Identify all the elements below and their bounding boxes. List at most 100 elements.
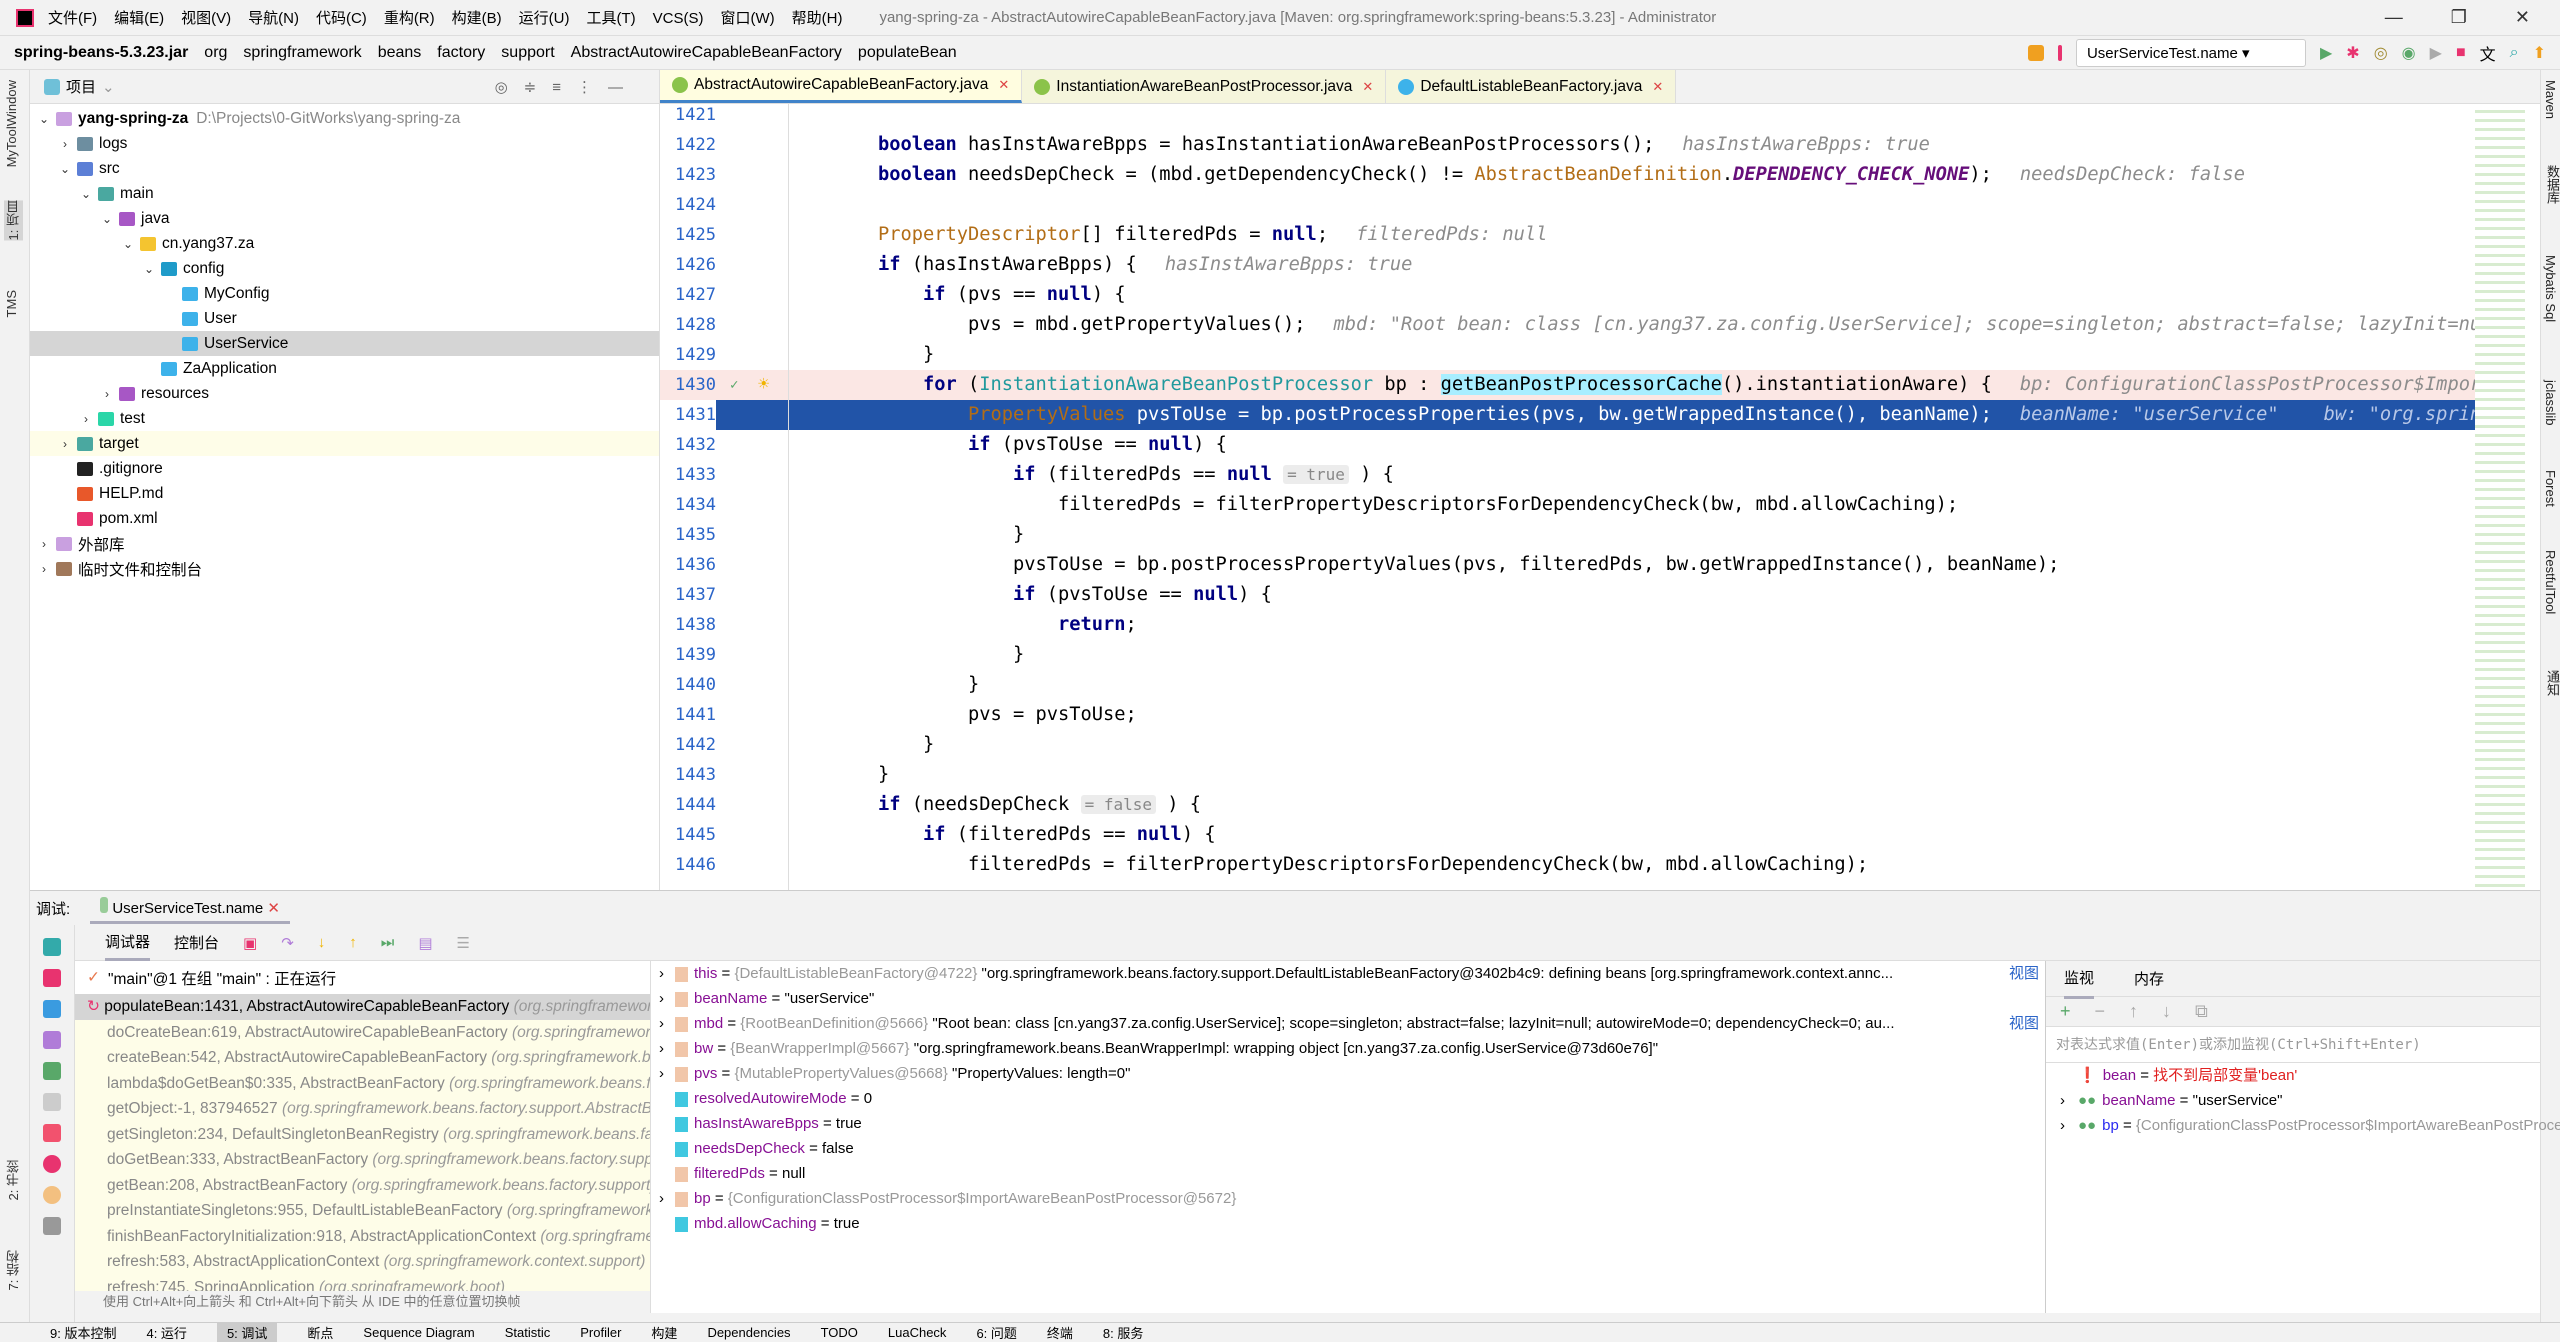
line-number[interactable]: 1437 [660, 580, 716, 610]
error-stripe[interactable] [2475, 104, 2525, 890]
menu-item[interactable]: VCS(S) [653, 10, 704, 27]
editor-tab[interactable]: DefaultListableBeanFactory.java ✕ [1386, 70, 1677, 103]
code-line[interactable]: 1446 filteredPds = filterPropertyDescrip… [660, 850, 2480, 880]
trace-icon[interactable]: ☰ [457, 934, 470, 952]
code-line[interactable]: 1433 if (filteredPds == null = true ) { [660, 460, 2480, 490]
code-line[interactable]: 1422 boolean hasInstAwareBpps = hasInsta… [660, 130, 2480, 160]
code-line[interactable]: 1428 pvs = mbd.getPropertyValues(); mbd: … [660, 310, 2480, 340]
variable-row[interactable]: › beanName = "userService" [651, 986, 2045, 1011]
watch-item[interactable]: › ●● bp = {ConfigurationClassPostProcesso… [2046, 1113, 2560, 1138]
minimize-button[interactable]: — [2385, 7, 2403, 28]
code-line[interactable]: 1440 } [660, 670, 2480, 700]
expand-arrow-icon[interactable]: › [2060, 1113, 2078, 1138]
options-icon[interactable]: ⋮ [577, 79, 608, 96]
line-number[interactable]: 1427 [660, 280, 716, 310]
menu-item[interactable]: 视图(V) [181, 10, 231, 27]
tool-restfultool[interactable]: RestfulTool [2543, 550, 2558, 614]
line-number[interactable]: 1434 [660, 490, 716, 520]
tree-item[interactable]: UserService [30, 331, 659, 356]
line-number[interactable]: 1435 [660, 520, 716, 550]
code-line[interactable]: 1421 [660, 104, 2480, 130]
bottom-tool-button[interactable]: 断点 [307, 1323, 333, 1342]
expand-arrow-icon[interactable]: › [659, 1061, 675, 1086]
breadcrumb-item[interactable]: springframework [243, 44, 361, 62]
expand-arrow-icon[interactable]: › [659, 986, 675, 1011]
view-link[interactable]: 视图 [2009, 1011, 2039, 1036]
code-line[interactable]: 1430 for (InstantiationAwareBeanPostProc… [660, 370, 2480, 400]
tree-item[interactable]: ⌄ src [30, 156, 659, 181]
stack-frame[interactable]: doCreateBean:619, AbstractAutowireCapabl… [75, 1020, 680, 1046]
remove-watch-icon[interactable]: − [2095, 1001, 2106, 1022]
line-number[interactable]: 1426 [660, 250, 716, 280]
tool-structure[interactable]: 7: 结构 [4, 1250, 23, 1290]
breadcrumb-item[interactable]: beans [378, 44, 422, 62]
variable-row[interactable]: › bp = {ConfigurationClassPostProcessor$I… [651, 1186, 2045, 1211]
chevron-down-icon[interactable]: ⌄ [36, 112, 52, 126]
stack-frame[interactable]: getSingleton:234, DefaultSingletonBeanRe… [75, 1122, 680, 1148]
line-number[interactable]: 1425 [660, 220, 716, 250]
menu-item[interactable]: 工具(T) [586, 10, 635, 27]
bottom-tool-button[interactable]: LuaCheck [888, 1325, 947, 1340]
menu-item[interactable]: 构建(B) [452, 10, 502, 27]
code-line[interactable]: 1426 if (hasInstAwareBpps) {hasInstAware… [660, 250, 2480, 280]
stack-frame[interactable]: getObject:-1, 837946527 (org.springframe… [75, 1096, 680, 1122]
tree-item[interactable]: › target [30, 431, 659, 456]
bottom-tool-button[interactable]: 终端 [1047, 1323, 1073, 1342]
bottom-tool-button[interactable]: 构建 [651, 1323, 677, 1342]
chevron-down-icon[interactable]: ⌄ [120, 237, 136, 251]
debug-icon[interactable]: ✱ [2346, 43, 2359, 63]
variable-row[interactable]: › this = {DefaultListableBeanFactory@4722… [651, 961, 2045, 986]
close-button[interactable]: ✕ [2515, 7, 2530, 28]
menu-item[interactable]: 代码(C) [316, 10, 367, 27]
expand-arrow-icon[interactable]: › [659, 1011, 675, 1036]
build-hammer-icon[interactable] [2057, 44, 2062, 61]
stack-frame[interactable]: ↻ populateBean:1431, AbstractAutowireCap… [75, 994, 680, 1020]
tree-item[interactable]: ⌄ main [30, 181, 659, 206]
code-line[interactable]: 1429 } [660, 340, 2480, 370]
line-number[interactable]: 1430 [660, 370, 716, 400]
bottom-tool-button[interactable]: Dependencies [707, 1325, 790, 1340]
stack-frame[interactable]: getBean:208, AbstractBeanFactory (org.sp… [75, 1173, 680, 1199]
stop-icon[interactable]: ■ [2456, 44, 2466, 62]
stack-frame[interactable]: lambda$doGetBean$0:335, AbstractBeanFact… [75, 1071, 680, 1097]
chevron-right-icon[interactable]: › [99, 387, 115, 401]
line-number[interactable]: 1442 [660, 730, 716, 760]
code-line[interactable]: 1435 } [660, 520, 2480, 550]
bottom-tool-button[interactable]: TODO [821, 1325, 858, 1340]
line-number[interactable]: 1421 [660, 104, 716, 130]
line-number[interactable]: 1433 [660, 460, 716, 490]
coverage-icon[interactable]: ◎ [2374, 43, 2388, 63]
bottom-tool-button[interactable]: 4: 运行 [146, 1323, 186, 1342]
line-number[interactable]: 1436 [660, 550, 716, 580]
watch-item[interactable]: › ●● beanName = "userService" [2046, 1088, 2540, 1113]
tool-mybatis-sql[interactable]: Mybatis Sql [2543, 255, 2558, 322]
copy-icon[interactable]: ⧉ [2195, 1001, 2208, 1022]
pause-icon[interactable] [43, 1093, 61, 1111]
line-number[interactable]: 1439 [660, 640, 716, 670]
tree-item[interactable]: › 临时文件和控制台 [30, 556, 659, 581]
line-number[interactable]: 1429 [660, 340, 716, 370]
breadcrumb-item[interactable]: populateBean [858, 44, 957, 62]
variable-row[interactable]: hasInstAwareBpps = true [651, 1111, 2045, 1136]
close-icon[interactable]: ✕ [267, 900, 280, 917]
tree-item[interactable]: MyConfig [30, 281, 659, 306]
thread-select[interactable]: ✓"main"@1 在组 "main" : 正在运行▼ [75, 961, 680, 994]
stack-frame[interactable]: finishBeanFactoryInitialization:918, Abs… [75, 1224, 680, 1250]
tab-memory[interactable]: 内存 [2134, 968, 2164, 989]
clear-icon[interactable] [43, 969, 61, 987]
settings-icon[interactable] [43, 1031, 61, 1049]
chevron-down-icon[interactable]: ⌄ [99, 212, 115, 226]
stack-frame[interactable]: preInstantiateSingletons:955, DefaultLis… [75, 1198, 680, 1224]
camera-icon[interactable] [43, 1217, 61, 1235]
menu-item[interactable]: 重构(R) [384, 10, 435, 27]
line-number[interactable]: 1444 [660, 790, 716, 820]
line-number[interactable]: 1446 [660, 850, 716, 880]
tree-item[interactable]: ⌄ java [30, 206, 659, 231]
chevron-down-icon[interactable]: ⌄ [78, 187, 94, 201]
resume-icon[interactable] [43, 1062, 61, 1080]
code-line[interactable]: 1444 if (needsDepCheck = false ) { [660, 790, 2480, 820]
variable-row[interactable]: filteredPds = null [651, 1161, 2045, 1186]
code-line[interactable]: 1437 if (pvsToUse == null) { [660, 580, 2480, 610]
expand-arrow-icon[interactable]: › [659, 1036, 675, 1061]
search-icon[interactable]: ⌕ [2510, 44, 2519, 62]
